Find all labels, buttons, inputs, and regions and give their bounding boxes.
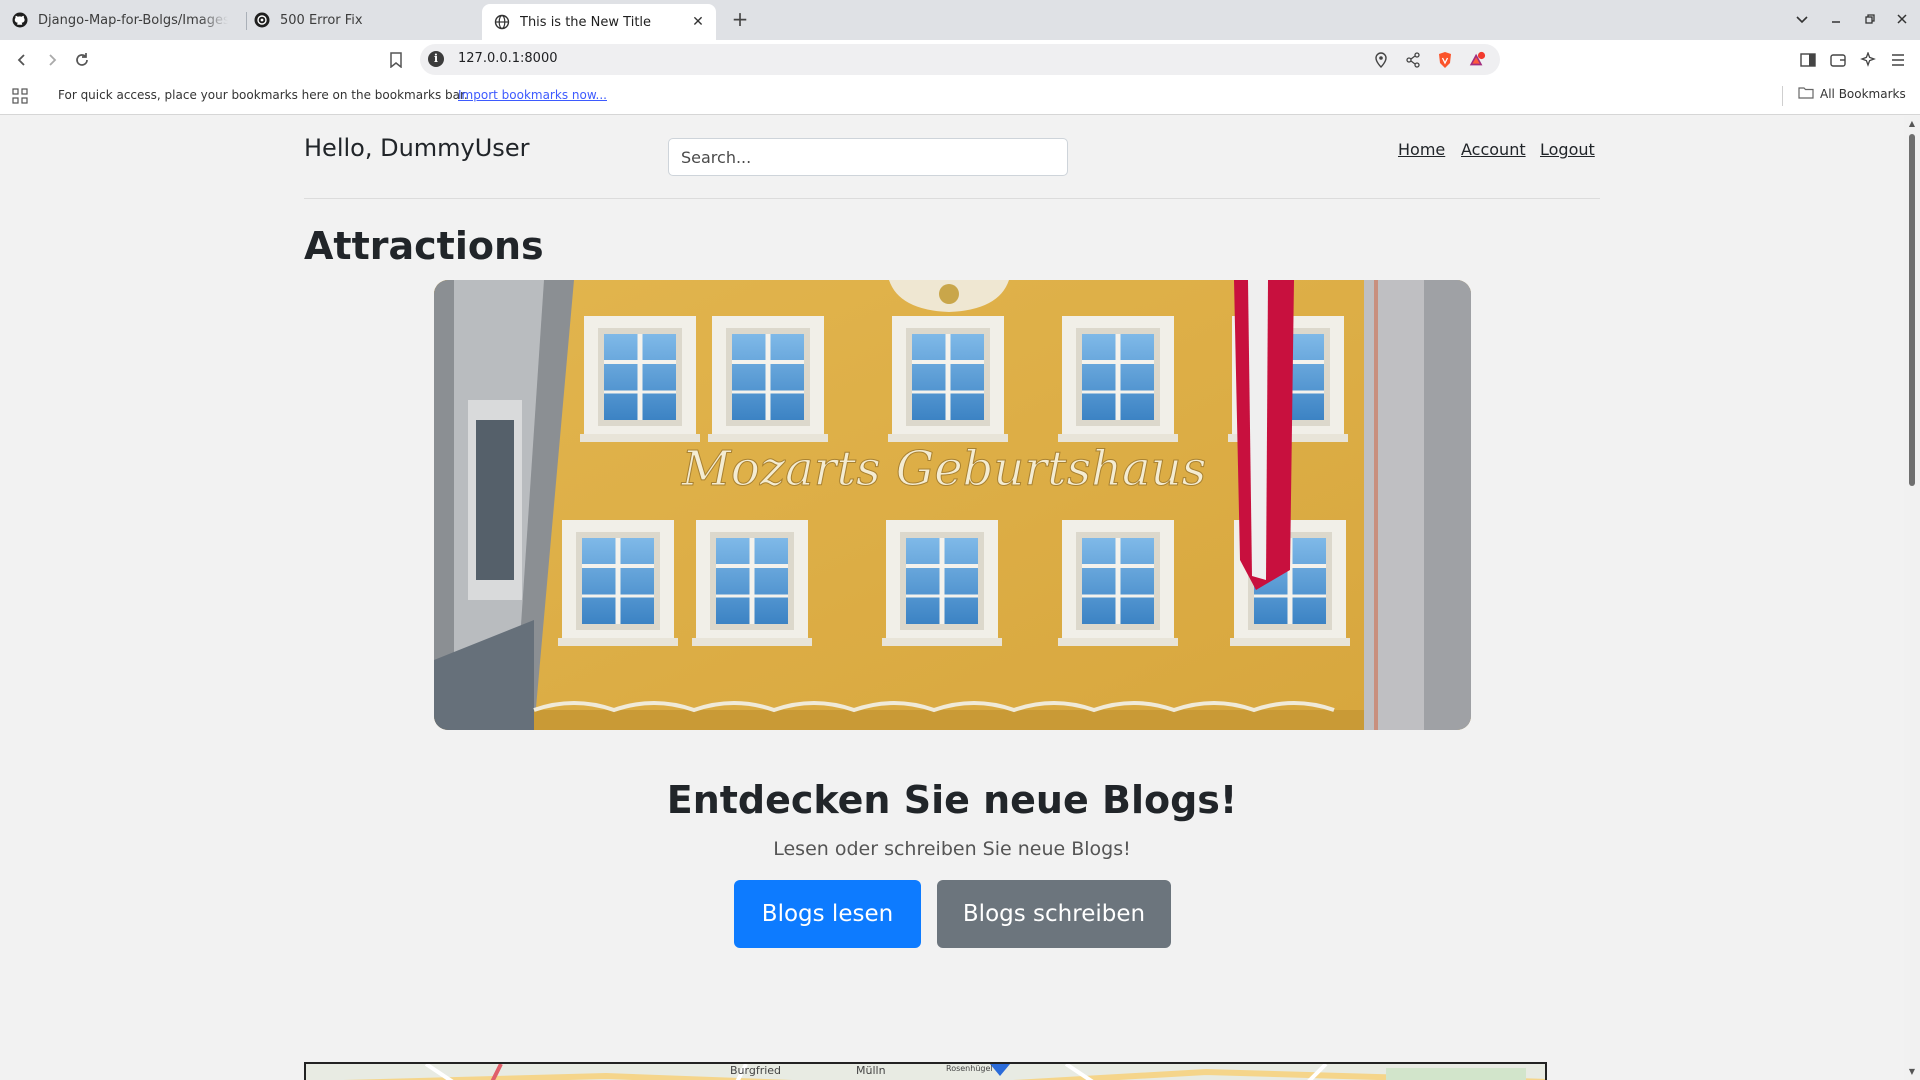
tab-active[interactable]: This is the New Title ✕ (482, 4, 716, 40)
wallet-icon[interactable] (1828, 50, 1848, 70)
openai-icon (254, 12, 270, 28)
brave-shields-icon[interactable] (1436, 51, 1454, 69)
page-viewport: Hello, DummyUser Home Account Logout Att… (0, 116, 1904, 1080)
tab-title: This is the New Title (520, 14, 652, 30)
browser-toolbar: i 127.0.0.1:8000 (0, 40, 1920, 78)
address-bar[interactable]: i 127.0.0.1:8000 (420, 44, 1500, 75)
page-title: Attractions (304, 224, 544, 268)
bookmarks-hint: For quick access, place your bookmarks h… (58, 88, 468, 102)
tab-strip: Django-Map-for-Bolgs/Images a 500 Error … (0, 0, 1920, 40)
nav-home[interactable]: Home (1398, 140, 1445, 159)
reload-icon[interactable] (70, 48, 94, 72)
menu-icon[interactable] (1888, 50, 1908, 70)
map[interactable]: Burgfried Mülln Rosenhügel (304, 1062, 1547, 1080)
folder-icon (1798, 86, 1814, 102)
cta-subtitle: Lesen oder schreiben Sie neue Blogs! (773, 838, 1131, 860)
map-label: Burgfried (730, 1064, 782, 1077)
sidebar-icon[interactable] (1798, 50, 1818, 70)
page-scrollbar[interactable]: ▲ ▼ (1904, 116, 1920, 1080)
tab-search-chevron-icon[interactable] (1792, 10, 1812, 30)
globe-icon (494, 14, 510, 30)
bookmarks-bar: For quick access, place your bookmarks h… (0, 78, 1920, 115)
import-bookmarks-link[interactable]: Import bookmarks now... (458, 88, 607, 102)
forward-icon[interactable] (40, 48, 64, 72)
tab-error-fix[interactable]: 500 Error Fix (254, 0, 474, 40)
address-url: 127.0.0.1:8000 (458, 51, 558, 66)
hero-sign-text: Mozarts Geburtshaus (681, 441, 1206, 497)
tab-github[interactable]: Django-Map-for-Bolgs/Images a (12, 0, 238, 40)
cta-title: Entdecken Sie neue Blogs! (666, 778, 1238, 822)
minimize-icon[interactable] (1826, 10, 1846, 30)
header-divider (304, 198, 1600, 199)
scroll-down-icon[interactable]: ▼ (1907, 1068, 1917, 1076)
restore-icon[interactable] (1860, 10, 1880, 30)
close-icon[interactable]: ✕ (690, 14, 706, 30)
scroll-up-icon[interactable]: ▲ (1907, 120, 1917, 128)
nav-logout[interactable]: Logout (1540, 140, 1595, 159)
hero-image: Mozarts Geburtshaus (434, 280, 1471, 730)
map-label: Rosenhügel (946, 1064, 993, 1073)
bookmark-icon[interactable] (384, 48, 408, 72)
scrollbar-thumb[interactable] (1909, 134, 1915, 486)
new-tab-icon[interactable]: + (728, 8, 752, 32)
map-label: Mülln (856, 1064, 886, 1077)
write-blogs-button[interactable]: Blogs schreiben (937, 880, 1171, 948)
share-icon[interactable] (1404, 51, 1422, 69)
brave-rewards-icon[interactable] (1468, 51, 1486, 69)
read-blogs-button[interactable]: Blogs lesen (734, 880, 921, 948)
apps-grid-icon[interactable] (12, 88, 28, 104)
nav-account[interactable]: Account (1461, 140, 1526, 159)
all-bookmarks-button[interactable]: All Bookmarks (1798, 86, 1906, 102)
close-window-icon[interactable] (1892, 10, 1912, 30)
github-icon (12, 12, 28, 28)
site-info-icon[interactable]: i (428, 51, 444, 67)
leo-ai-icon[interactable] (1858, 50, 1878, 70)
bookmarks-divider (1782, 86, 1783, 106)
tab-title: 500 Error Fix (280, 12, 363, 28)
tab-title: Django-Map-for-Bolgs/Images a (38, 12, 228, 28)
back-icon[interactable] (10, 48, 34, 72)
location-icon[interactable] (1372, 51, 1390, 69)
all-bookmarks-label: All Bookmarks (1820, 87, 1906, 101)
tab-divider (246, 12, 247, 30)
greeting: Hello, DummyUser (304, 134, 530, 162)
search-input[interactable] (668, 138, 1068, 176)
